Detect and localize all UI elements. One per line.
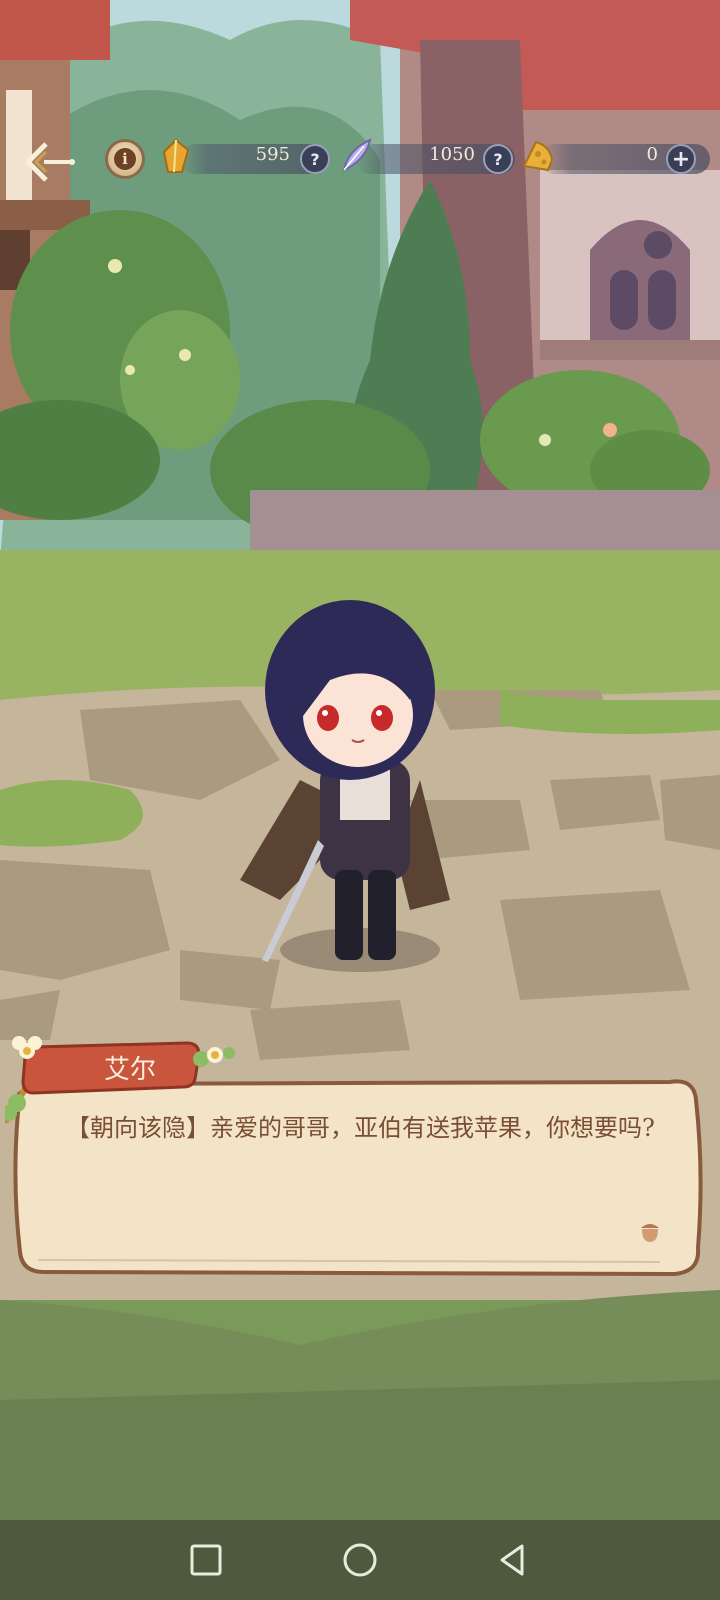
back-triangle-icon[interactable] [490,1538,534,1582]
speaker-name: 艾尔 [103,1055,156,1085]
recent-apps-icon[interactable] [184,1538,228,1582]
info-icon: i [114,148,136,170]
system-navigation-bar [0,1520,720,1600]
home-icon[interactable] [338,1538,382,1582]
crystal-count: 595 [255,144,290,165]
resource-cheese: 0 + [540,144,710,174]
back-arrow-icon [25,142,75,182]
back-button[interactable] [22,138,78,186]
crystal-help-button[interactable]: ? [300,144,330,174]
acorn-continue-icon[interactable] [638,1218,662,1244]
resource-crystal: 595 ? [180,144,330,174]
amber-crystal-icon [162,138,190,173]
feather-quill-icon [342,138,372,172]
game-scene [0,0,720,1520]
resource-feather: 1050 ? [355,144,515,174]
info-button[interactable]: i [105,139,145,179]
feather-help-button[interactable]: ? [483,144,513,174]
cheese-count: 0 [646,144,658,165]
cheese-add-button[interactable]: + [666,144,696,174]
scene-artwork [0,0,720,1520]
cheese-icon [522,140,554,172]
dialog-text: 【朝向该隐】亲爱的哥哥，亚伯有送我苹果，你想要吗? [66,1114,655,1142]
